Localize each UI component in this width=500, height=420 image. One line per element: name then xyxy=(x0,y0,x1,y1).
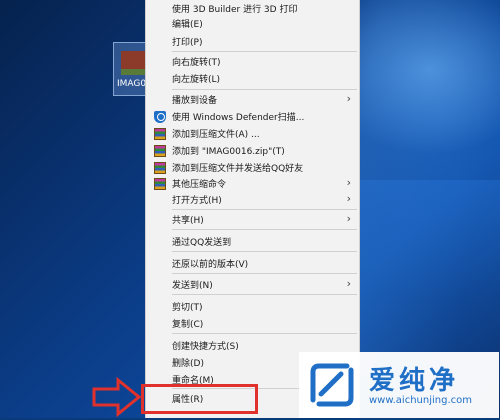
watermark-title: 爱纯净 xyxy=(369,366,460,396)
menu-item-share[interactable]: 共享(H) › xyxy=(146,211,359,229)
menu-item-label: 还原以前的版本(V) xyxy=(172,260,249,270)
menu-item-label: 使用 3D Builder 进行 3D 打印 xyxy=(172,5,298,15)
menu-item-label: 打印(P) xyxy=(172,38,203,48)
menu-item-rotate-right[interactable]: 向右旋转(T) xyxy=(146,53,359,71)
menu-item-copy[interactable]: 复制(C) xyxy=(146,315,359,333)
watermark-logo: 爱纯净 www.aichunjing.com xyxy=(299,352,499,418)
menu-item-cut[interactable]: 剪切(T) xyxy=(146,298,359,316)
winrar-archive-icon xyxy=(154,145,166,157)
menu-item-label: 添加到压缩文件并发送给QQ好友 xyxy=(172,164,304,174)
properties-highlight-box xyxy=(141,384,258,414)
menu-item-label: 删除(D) xyxy=(172,359,204,369)
submenu-arrow-icon: › xyxy=(346,277,351,290)
menu-item-print[interactable]: 打印(P) xyxy=(146,33,359,51)
menu-item-label: 添加到压缩文件(A) ... xyxy=(172,130,260,140)
menu-separator xyxy=(172,229,357,230)
pointer-arrow-icon xyxy=(92,377,142,417)
desktop-file-label: IMAG0 xyxy=(117,79,147,89)
menu-item-label: 打开方式(H) xyxy=(172,196,222,206)
menu-item-cast-to-device[interactable]: 播放到设备 › xyxy=(146,91,359,109)
menu-item-edit[interactable]: 编辑(E) xyxy=(146,15,359,33)
menu-separator xyxy=(172,209,357,210)
menu-item-label: 向左旋转(L) xyxy=(172,75,221,85)
menu-item-label: 播放到设备 xyxy=(172,96,218,106)
winrar-archive-icon xyxy=(154,128,166,140)
menu-item-open-with[interactable]: 打开方式(H) › xyxy=(146,191,359,209)
menu-item-send-via-qq[interactable]: 通过QQ发送到 xyxy=(146,233,359,251)
winrar-archive-icon xyxy=(154,178,166,190)
menu-item-label: 共享(H) xyxy=(172,216,204,226)
menu-separator xyxy=(172,294,357,295)
menu-separator xyxy=(172,333,357,334)
menu-item-restore-versions[interactable]: 还原以前的版本(V) xyxy=(146,255,359,273)
menu-separator xyxy=(172,51,357,52)
menu-item-rotate-left[interactable]: 向左旋转(L) xyxy=(146,70,359,88)
menu-item-label: 创建快捷方式(S) xyxy=(172,342,239,352)
submenu-arrow-icon: › xyxy=(346,192,351,205)
menu-item-label: 通过QQ发送到 xyxy=(172,238,232,248)
watermark-url: www.aichunjing.com xyxy=(369,395,472,406)
menu-item-label: 编辑(E) xyxy=(172,20,203,30)
menu-item-label: 发送到(N) xyxy=(172,281,213,291)
menu-item-label: 添加到 "IMAG0016.zip"(T) xyxy=(172,147,285,157)
menu-item-label: 向右旋转(T) xyxy=(172,58,221,68)
submenu-arrow-icon: › xyxy=(346,176,351,189)
submenu-arrow-icon: › xyxy=(346,212,351,225)
menu-item-label: 其他压缩命令 xyxy=(172,180,227,190)
menu-item-add-to-archive[interactable]: 添加到压缩文件(A) ... xyxy=(146,125,359,143)
menu-item-label: 复制(C) xyxy=(172,320,204,330)
aichunjing-logo-icon xyxy=(310,363,354,407)
menu-separator xyxy=(172,89,357,90)
submenu-arrow-icon: › xyxy=(346,92,351,105)
menu-separator xyxy=(172,251,357,252)
menu-separator xyxy=(172,273,357,274)
windows-defender-shield-icon xyxy=(154,111,166,123)
menu-item-label: 剪切(T) xyxy=(172,303,203,313)
winrar-archive-icon xyxy=(154,162,166,174)
menu-item-send-to[interactable]: 发送到(N) › xyxy=(146,276,359,294)
menu-item-label: 使用 Windows Defender扫描... xyxy=(172,113,305,123)
menu-item-add-to-zip[interactable]: 添加到 "IMAG0016.zip"(T) xyxy=(146,142,359,160)
menu-item-defender-scan[interactable]: 使用 Windows Defender扫描... xyxy=(146,108,359,126)
